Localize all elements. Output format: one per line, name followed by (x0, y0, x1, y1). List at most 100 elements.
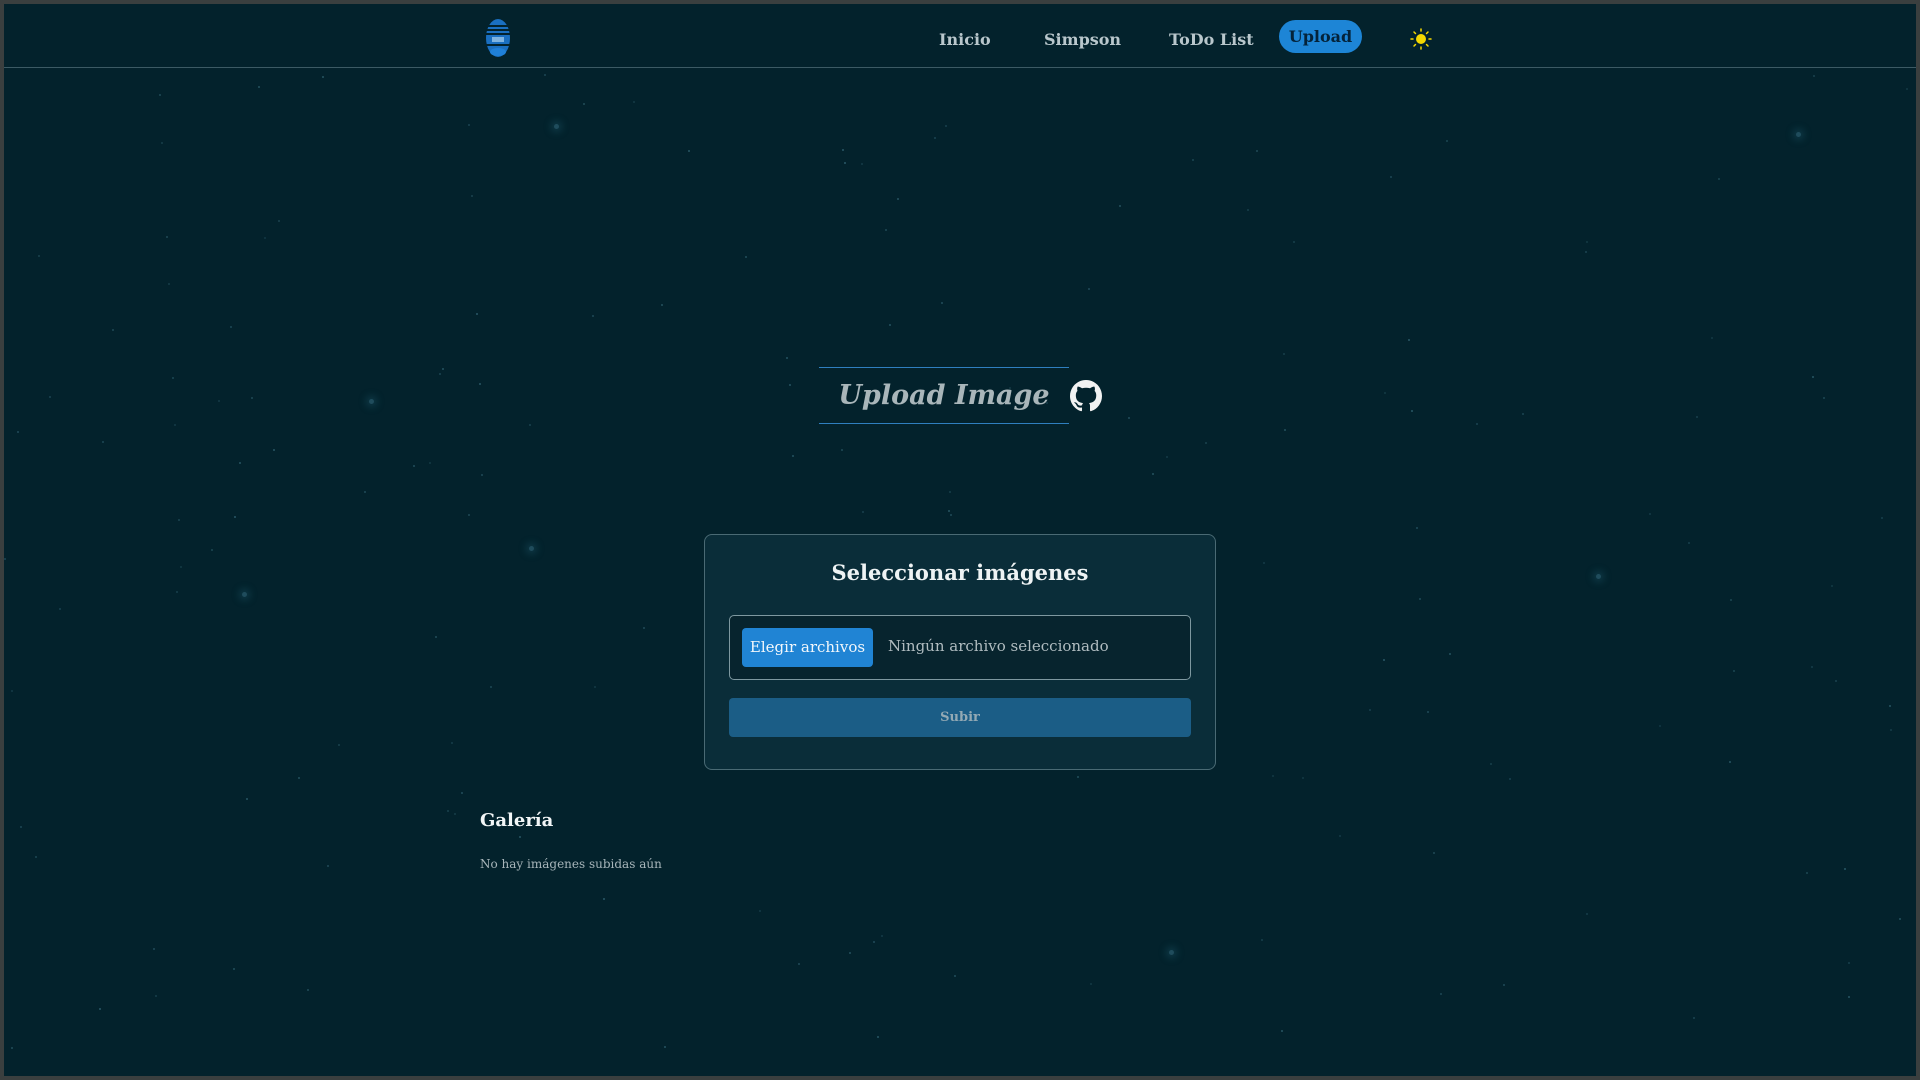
star-glow (529, 546, 534, 551)
star-dot (251, 397, 253, 399)
star-dot (468, 514, 470, 516)
star-dot (234, 516, 236, 518)
page-frame: Inicio Simpson ToDo List Upload Upload I… (4, 4, 1916, 1076)
star-dot (481, 474, 483, 476)
star-dot (1293, 241, 1295, 243)
star-dot (442, 368, 444, 370)
github-icon[interactable] (1070, 380, 1102, 412)
star-dot (544, 74, 546, 76)
star-dot (1446, 140, 1448, 142)
star-dot (461, 792, 463, 794)
star-dot (273, 449, 275, 451)
star-dot (949, 491, 951, 493)
star-dot (11, 690, 13, 692)
star-dot (1693, 1017, 1695, 1019)
star-dot (897, 198, 899, 200)
star-dot (1696, 416, 1698, 418)
star-dot (1889, 705, 1891, 707)
star-dot (798, 963, 800, 965)
star-dot (594, 686, 596, 688)
star-dot (1509, 778, 1511, 780)
star-dot (1383, 659, 1385, 661)
star-dot (954, 975, 956, 977)
star-dot (1433, 852, 1435, 854)
star-dot (583, 103, 585, 105)
star-dot (529, 424, 531, 426)
star-dot (99, 1008, 101, 1010)
star-glow (1169, 950, 1174, 955)
star-dot (1408, 339, 1410, 341)
star-dot (476, 313, 478, 315)
star-dot (633, 101, 635, 103)
star-dot (1733, 670, 1735, 672)
star-dot (155, 995, 157, 997)
star-dot (664, 1046, 666, 1048)
star-dot (264, 237, 266, 239)
nav-link-todo-list[interactable]: ToDo List (1169, 26, 1254, 54)
star-dot (451, 742, 453, 744)
nav-link-simpson[interactable]: Simpson (1044, 26, 1121, 54)
star-dot (1390, 176, 1392, 178)
upload-card-title: Seleccionar imágenes (831, 560, 1089, 585)
star-dot (862, 511, 864, 513)
top-navbar: Inicio Simpson ToDo List Upload (4, 4, 1916, 68)
star-dot (468, 124, 470, 126)
choose-files-button[interactable]: Elegir archivos (742, 628, 873, 667)
star-dot (759, 910, 761, 912)
star-dot (1283, 353, 1285, 355)
star-dot (1823, 397, 1825, 399)
star-dot (161, 142, 163, 144)
star-dot (447, 810, 449, 812)
star-dot (661, 304, 663, 306)
star-dot (1247, 209, 1249, 211)
star-dot (841, 449, 843, 451)
star-dot (239, 462, 241, 464)
file-status-text: Ningún archivo seleccionado (888, 637, 1109, 655)
upload-card: Seleccionar imágenes Elegir archivos Nin… (704, 534, 1216, 770)
star-dot (592, 315, 594, 317)
star-dot (38, 255, 40, 257)
nav-link-upload[interactable]: Upload (1279, 20, 1362, 53)
star-dot (159, 94, 161, 96)
star-dot (233, 968, 235, 970)
star-dot (178, 519, 180, 521)
star-dot (1503, 984, 1505, 986)
star-dot (1812, 376, 1814, 378)
star-dot (861, 163, 863, 165)
star-glow (1796, 132, 1801, 137)
star-dot (1899, 918, 1901, 920)
star-dot (1811, 666, 1813, 668)
star-dot (364, 491, 366, 493)
star-dot (1890, 729, 1892, 731)
submit-button[interactable]: Subir (729, 698, 1191, 737)
star-dot (643, 627, 645, 629)
star-dot (1844, 868, 1846, 870)
star-dot (153, 948, 155, 950)
star-dot (17, 431, 19, 433)
star-dot (1088, 288, 1090, 290)
star-dot (1166, 456, 1168, 458)
gallery-title: Galería (480, 810, 554, 831)
star-dot (1848, 996, 1850, 998)
star-dot (258, 86, 260, 88)
file-input[interactable]: Elegir archivos Ningún archivo seleccion… (729, 615, 1191, 680)
star-dot (945, 125, 947, 127)
star-dot (49, 396, 51, 398)
star-dot (873, 941, 875, 943)
star-dot (1813, 75, 1815, 77)
star-dot (1263, 562, 1265, 564)
star-dot (429, 462, 431, 464)
nav-link-inicio[interactable]: Inicio (939, 26, 991, 54)
star-dot (688, 150, 690, 152)
star-dot (211, 549, 213, 551)
star-dot (1369, 709, 1371, 711)
star-dot (174, 424, 176, 426)
star-dot (1411, 410, 1413, 412)
star-dot (1835, 680, 1837, 682)
star-dot (1522, 413, 1524, 415)
sun-icon[interactable] (1410, 28, 1432, 50)
star-dot (180, 566, 182, 568)
star-dot (1281, 1030, 1283, 1032)
lantern-logo-icon[interactable] (485, 18, 511, 58)
star-dot (35, 856, 37, 858)
